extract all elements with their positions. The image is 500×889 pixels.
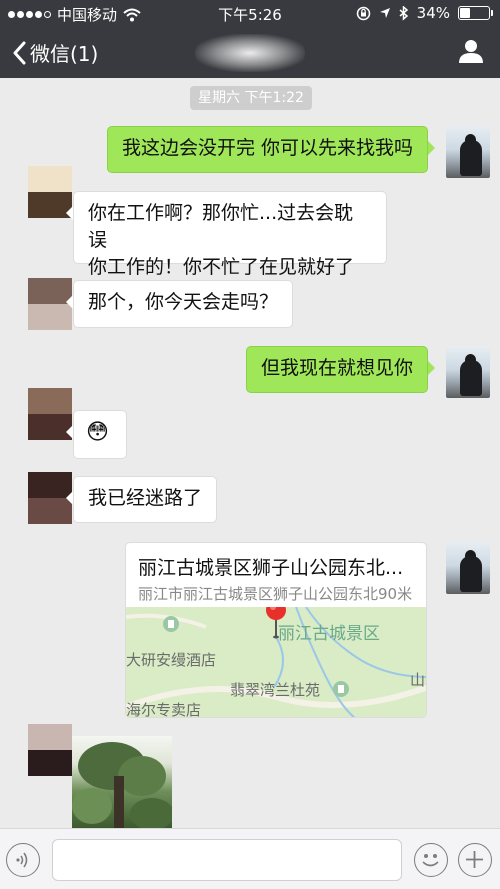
location-pin-icon — [266, 607, 286, 639]
contact-message-bubble[interactable]: 你在工作啊？那你忙...过去会耽误 你工作的！你不忙了在见就好了 — [66, 191, 387, 278]
battery-percent: 34% — [416, 4, 450, 22]
map-label-store: 海尔专卖店 — [126, 701, 202, 718]
contact-info-button[interactable] — [458, 38, 484, 68]
my-avatar[interactable] — [446, 346, 490, 398]
input-bar — [0, 828, 500, 889]
contact-avatar[interactable] — [28, 724, 72, 776]
message-input[interactable] — [52, 839, 402, 881]
map-label-hotel: 大研安缦酒店 — [126, 651, 217, 669]
battery-icon — [458, 6, 493, 20]
poi-icon — [333, 681, 349, 697]
bluetooth-icon — [399, 5, 408, 21]
map-label-garden: 翡翠湾兰杜苑 — [230, 681, 321, 699]
location-map[interactable]: 丽江古城景区 大研安缦酒店 翡翠湾兰杜苑 海尔专卖店 山水 — [126, 607, 426, 718]
smiley-icon — [422, 854, 439, 867]
back-button[interactable]: 微信(1) — [12, 38, 98, 67]
rotation-lock-icon — [356, 6, 370, 20]
photo-message[interactable] — [72, 736, 172, 828]
plus-icon — [466, 851, 483, 868]
my-avatar[interactable] — [446, 542, 490, 594]
location-arrow-icon — [379, 8, 390, 18]
emoji-button[interactable] — [414, 843, 448, 877]
message-line: 你工作的！你不忙了在见就好了 — [88, 256, 355, 278]
map-label-mountain: 山水 — [410, 671, 426, 689]
contact-message-bubble[interactable]: 我已经迷路了 — [65, 476, 218, 523]
more-button[interactable] — [458, 843, 492, 877]
location-message-card[interactable]: 丽江古城景区狮子山公园东北... 丽江市丽江古城景区狮子山公园东北90米 丽江古… — [125, 542, 427, 718]
my-message-bubble[interactable]: 我这边会没开完 你可以先来找我吗 — [106, 126, 436, 173]
my-message-bubble[interactable]: 但我现在就想见你 — [245, 346, 436, 393]
my-avatar[interactable] — [446, 126, 490, 178]
nav-bar: 微信(1) — [0, 26, 500, 78]
map-label-scenic: 丽江古城景区 — [278, 624, 380, 644]
location-title: 丽江古城景区狮子山公园东北... — [138, 557, 404, 579]
obscured-contact-name — [195, 34, 305, 72]
chat-timestamp: 星期六 下午1:22 — [190, 86, 312, 110]
chevron-left-icon — [13, 41, 26, 64]
voice-input-button[interactable] — [6, 843, 40, 877]
message-line: 你在工作啊？那你忙...过去会耽误 — [88, 202, 354, 251]
status-bar: 中国移动 下午5:26 34% — [0, 0, 500, 26]
chat-area[interactable]: 星期六 下午1:22 我这边会没开完 你可以先来找我吗 你在工作啊？那你忙...… — [0, 78, 500, 828]
voice-icon — [16, 852, 28, 868]
back-label: 微信(1) — [30, 42, 99, 66]
battery-fill — [460, 8, 471, 18]
person-icon — [459, 40, 483, 63]
top-bar: 中国移动 下午5:26 34% 微信(1) — [0, 0, 500, 78]
tree-photo-graphic — [72, 742, 172, 828]
poi-icon — [163, 616, 179, 632]
contact-emoji-bubble[interactable]: 😳 — [66, 410, 127, 459]
location-address: 丽江市丽江古城景区狮子山公园东北90米 — [138, 585, 413, 603]
contact-message-bubble[interactable]: 那个，你今天会走吗？ — [65, 280, 294, 328]
